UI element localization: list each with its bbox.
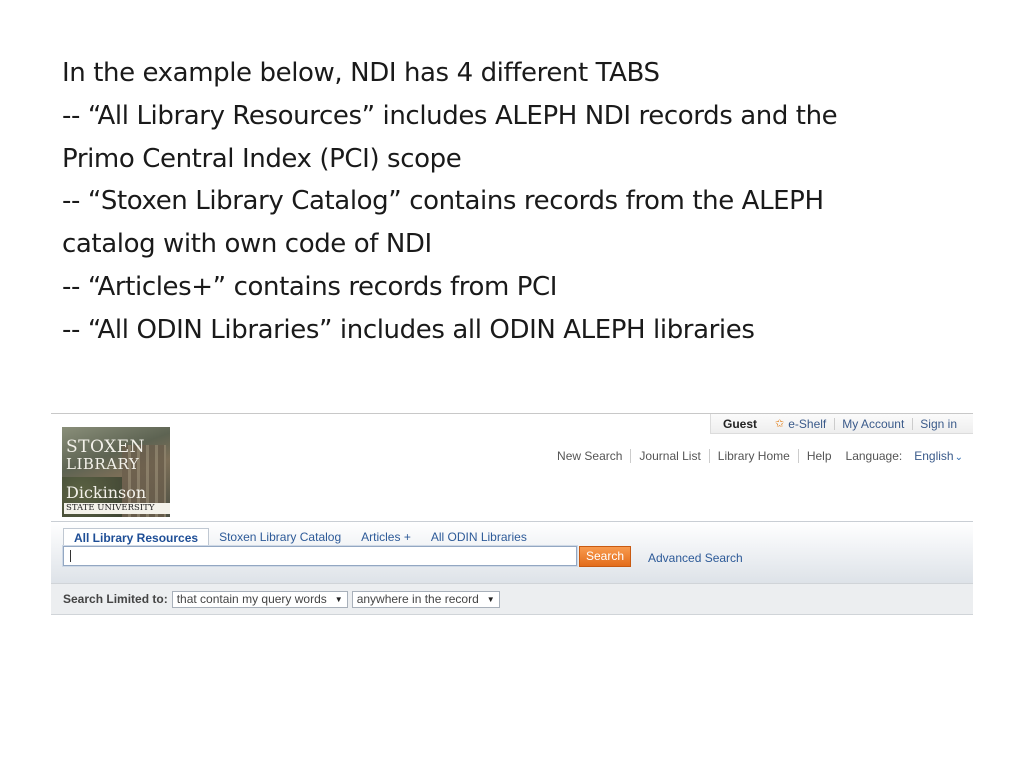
- library-logo[interactable]: STOXEN LIBRARY Dickinson STATE UNIVERSIT…: [62, 427, 170, 517]
- logo-line: LIBRARY: [66, 455, 140, 473]
- slide-line: catalog with own code of NDI: [62, 229, 432, 260]
- precision-value: that contain my query words: [176, 592, 327, 606]
- divider: [912, 417, 914, 430]
- scope-select[interactable]: anywhere in the record ▼: [351, 590, 500, 608]
- text-cursor: [70, 550, 71, 562]
- search-area: All Library Resources Stoxen Library Cat…: [51, 521, 973, 584]
- slide-line: In the example below, NDI has 4 differen…: [62, 58, 660, 88]
- primo-screenshot: Guest ✩ e-Shelf My Account Sign in STOXE…: [51, 413, 973, 615]
- user-bar: Guest ✩ e-Shelf My Account Sign in: [710, 414, 973, 434]
- search-input[interactable]: [63, 546, 577, 566]
- language-label: Language:: [845, 449, 903, 463]
- search-limits-bar: Search Limited to: that contain my query…: [51, 583, 973, 615]
- my-account-link[interactable]: My Account: [842, 417, 904, 431]
- divider: [834, 417, 836, 430]
- eshelf-link[interactable]: e-Shelf: [788, 417, 826, 431]
- logo-line: STOXEN: [66, 437, 146, 457]
- search-limited-label: Search Limited to:: [63, 592, 168, 606]
- tab-all-odin-libraries[interactable]: All ODIN Libraries: [421, 528, 537, 547]
- tab-articles[interactable]: Articles +: [351, 528, 421, 547]
- slide-line: -- “All Library Resources” includes ALEP…: [62, 100, 838, 131]
- help-link[interactable]: Help: [799, 449, 840, 463]
- sign-in-link[interactable]: Sign in: [920, 417, 957, 431]
- slide-line: -- “Stoxen Library Catalog” contains rec…: [62, 186, 824, 217]
- star-icon: ✩: [775, 418, 785, 430]
- dropdown-arrow-icon: ▼: [334, 594, 343, 604]
- new-search-link[interactable]: New Search: [549, 449, 632, 463]
- language-select[interactable]: English⌄: [914, 449, 963, 463]
- slide-line: -- “All ODIN Libraries” includes all ODI…: [62, 314, 755, 345]
- advanced-search-link[interactable]: Advanced Search: [648, 551, 743, 565]
- slide-line: -- “Articles+” contains records from PCI: [62, 271, 558, 302]
- slide-text: In the example below, NDI has 4 differen…: [62, 52, 982, 352]
- tab-stoxen-library-catalog[interactable]: Stoxen Library Catalog: [209, 528, 351, 547]
- journal-list-link[interactable]: Journal List: [631, 449, 710, 463]
- logo-text: STOXEN LIBRARY: [66, 439, 145, 473]
- logo-dickinson: Dickinson: [66, 483, 147, 502]
- scope-value: anywhere in the record: [356, 592, 479, 606]
- library-home-link[interactable]: Library Home: [710, 449, 799, 463]
- language-value: English: [914, 449, 954, 463]
- search-button[interactable]: Search: [579, 546, 631, 567]
- precision-select[interactable]: that contain my query words ▼: [171, 590, 348, 608]
- dropdown-arrow-icon: ▼: [486, 594, 495, 604]
- guest-label: Guest: [723, 416, 758, 431]
- slide-line: Primo Central Index (PCI) scope: [62, 143, 462, 174]
- chevron-down-icon: ⌄: [954, 452, 963, 463]
- logo-university: STATE UNIVERSITY: [64, 503, 170, 514]
- main-nav: New Search Journal List Library Home Hel…: [549, 449, 963, 463]
